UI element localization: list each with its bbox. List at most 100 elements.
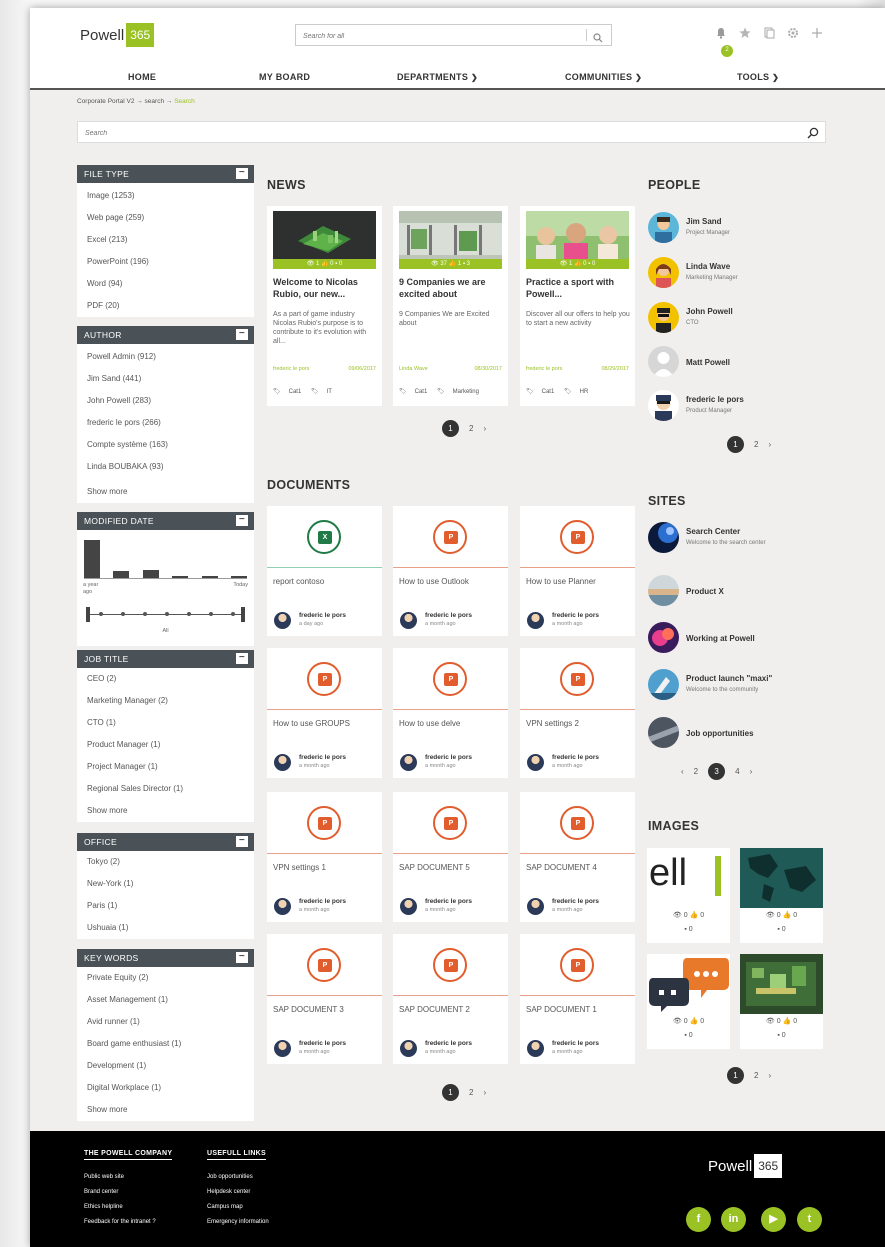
page-link[interactable]: 2 xyxy=(469,424,473,433)
document-name[interactable]: SAP DOCUMENT 1 xyxy=(526,1005,597,1014)
facet-item[interactable]: Digital Workplace (1) xyxy=(77,1077,254,1099)
nav-communities[interactable]: COMMUNITIES ❯ xyxy=(565,72,642,82)
facet-item[interactable]: frederic le pors (266) xyxy=(77,412,254,434)
document-name[interactable]: SAP DOCUMENT 4 xyxy=(526,863,597,872)
facet-item[interactable]: Web page (259) xyxy=(77,207,254,229)
facet-item[interactable]: Product Manager (1) xyxy=(77,734,254,756)
facet-item[interactable]: John Powell (283) xyxy=(77,390,254,412)
plus-icon[interactable] xyxy=(811,26,823,38)
facet-item[interactable]: Image (1253) xyxy=(77,185,254,207)
date-slider-handle-right[interactable] xyxy=(241,607,245,622)
show-more-link[interactable]: Show more xyxy=(77,800,254,822)
document-card[interactable]: P VPN settings 2 frederic le pors a month a… xyxy=(520,648,635,778)
document-author[interactable]: frederic le pors xyxy=(552,1040,599,1047)
document-name[interactable]: report contoso xyxy=(273,577,324,586)
news-tag[interactable]: Cat1 xyxy=(415,389,428,395)
facet-item[interactable]: Word (94) xyxy=(77,273,254,295)
global-search-input[interactable] xyxy=(296,26,576,47)
page-link[interactable]: 2 xyxy=(754,440,758,449)
facet-item[interactable]: New-York (1) xyxy=(77,873,254,895)
collapse-icon[interactable]: − xyxy=(236,329,248,340)
collapse-icon[interactable]: − xyxy=(236,515,248,526)
image-card[interactable]: 👁 0 👍 0 ▪ 0 xyxy=(647,954,730,1049)
facet-item[interactable]: Powell Admin (912) xyxy=(77,346,254,368)
document-name[interactable]: VPN settings 1 xyxy=(273,863,326,872)
page-link[interactable]: 2 xyxy=(469,1088,473,1097)
document-author[interactable]: frederic le pors xyxy=(299,898,346,905)
facet-item[interactable]: PowerPoint (196) xyxy=(77,251,254,273)
facet-item[interactable]: Jim Sand (441) xyxy=(77,368,254,390)
image-card[interactable]: ell 👁 0 👍 0 ▪ 0 xyxy=(647,848,730,943)
footer-link[interactable]: Ethics helpline xyxy=(84,1204,123,1210)
document-author[interactable]: frederic le pors xyxy=(425,898,472,905)
facet-item[interactable]: Compte système (163) xyxy=(77,434,254,456)
news-tag[interactable]: Cat1 xyxy=(542,389,555,395)
footer-link[interactable]: Helpdesk center xyxy=(207,1189,250,1195)
like-icon[interactable]: 👍 xyxy=(783,1018,792,1025)
date-histogram-bar[interactable] xyxy=(143,570,159,578)
footer-link[interactable]: Brand center xyxy=(84,1189,118,1195)
facet-header[interactable]: JOB TITLE − xyxy=(77,650,254,668)
footer-link[interactable]: Emergency information xyxy=(207,1219,269,1225)
show-more-link[interactable]: Show more xyxy=(77,481,254,503)
main-search-input[interactable] xyxy=(78,123,778,144)
document-name[interactable]: How to use delve xyxy=(399,719,460,728)
page-current[interactable]: 1 xyxy=(442,420,459,437)
document-author[interactable]: frederic le pors xyxy=(552,612,599,619)
twitter-icon[interactable]: t xyxy=(797,1207,822,1232)
facet-header[interactable]: OFFICE − xyxy=(77,833,254,851)
news-author[interactable]: Linda Wave xyxy=(399,366,428,372)
news-tag[interactable]: HR xyxy=(580,389,589,395)
document-card[interactable]: P How to use Planner frederic le pors a mon… xyxy=(520,506,635,636)
like-icon[interactable]: 👍 xyxy=(690,1018,699,1025)
nav-my-board[interactable]: MY BOARD xyxy=(259,72,310,82)
facet-item[interactable]: PDF (20) xyxy=(77,295,254,317)
facet-item[interactable]: Excel (213) xyxy=(77,229,254,251)
document-author[interactable]: frederic le pors xyxy=(299,754,346,761)
footer-link[interactable]: Feedback for the intranet ? xyxy=(84,1219,156,1225)
facet-header[interactable]: FILE TYPE − xyxy=(77,165,254,183)
news-card[interactable]: 👁 37 👍 1 ▪ 3 9 Companies we are excited … xyxy=(393,206,508,406)
page-current[interactable]: 1 xyxy=(442,1084,459,1101)
breadcrumb-path[interactable]: Corporate Portal V2 → search → xyxy=(77,98,174,105)
date-histogram-bar[interactable] xyxy=(113,571,129,578)
facet-item[interactable]: CTO (1) xyxy=(77,712,254,734)
comment-icon[interactable]: ▪ xyxy=(684,1032,686,1039)
facet-item[interactable]: Paris (1) xyxy=(77,895,254,917)
document-name[interactable]: SAP DOCUMENT 3 xyxy=(273,1005,344,1014)
news-author[interactable]: frederic le pors xyxy=(273,366,309,372)
facet-header[interactable]: AUTHOR − xyxy=(77,326,254,344)
facet-header[interactable]: MODIFIED DATE − xyxy=(77,512,254,530)
document-name[interactable]: SAP DOCUMENT 5 xyxy=(399,863,470,872)
footer-logo[interactable]: Powell 365 xyxy=(708,1154,783,1178)
nav-tools[interactable]: TOOLS ❯ xyxy=(737,72,779,82)
image-card[interactable]: 👁 0 👍 0 ▪ 0 xyxy=(740,954,823,1049)
document-card[interactable]: P SAP DOCUMENT 5 frederic le pors a month a… xyxy=(393,792,508,922)
comment-icon[interactable]: ▪ xyxy=(777,926,779,933)
next-page-icon[interactable]: › xyxy=(750,767,753,776)
document-author[interactable]: frederic le pors xyxy=(299,612,346,619)
search-icon[interactable] xyxy=(807,126,819,144)
next-page-icon[interactable]: › xyxy=(768,1071,771,1080)
footer-link[interactable]: Public web site xyxy=(84,1174,124,1180)
facet-item[interactable]: Regional Sales Director (1) xyxy=(77,778,254,800)
document-card[interactable]: P How to use delve frederic le pors a month… xyxy=(393,648,508,778)
document-card[interactable]: P SAP DOCUMENT 3 frederic le pors a month a… xyxy=(267,934,382,1064)
news-headline[interactable]: Practice a sport with Powell... xyxy=(526,276,632,300)
news-card[interactable]: 👁 1 👍 0 ▪ 0 Practice a sport with Powell… xyxy=(520,206,635,406)
facet-item[interactable]: Avid runner (1) xyxy=(77,1011,254,1033)
document-name[interactable]: How to use GROUPS xyxy=(273,719,350,728)
document-author[interactable]: frederic le pors xyxy=(299,1040,346,1047)
page-current[interactable]: 1 xyxy=(727,1067,744,1084)
collapse-icon[interactable]: − xyxy=(236,653,248,664)
news-tag[interactable]: Marketing xyxy=(453,389,479,395)
document-icon[interactable] xyxy=(763,26,775,39)
search-icon[interactable] xyxy=(593,30,603,48)
linkedin-icon[interactable]: in xyxy=(721,1207,746,1232)
document-name[interactable]: How to use Outlook xyxy=(399,577,469,586)
document-card[interactable]: Xreport contoso frederic le pors a day ago xyxy=(267,506,382,636)
facet-item[interactable]: CEO (2) xyxy=(77,668,254,690)
gear-icon[interactable] xyxy=(787,26,799,38)
document-name[interactable]: VPN settings 2 xyxy=(526,719,579,728)
document-author[interactable]: frederic le pors xyxy=(552,898,599,905)
